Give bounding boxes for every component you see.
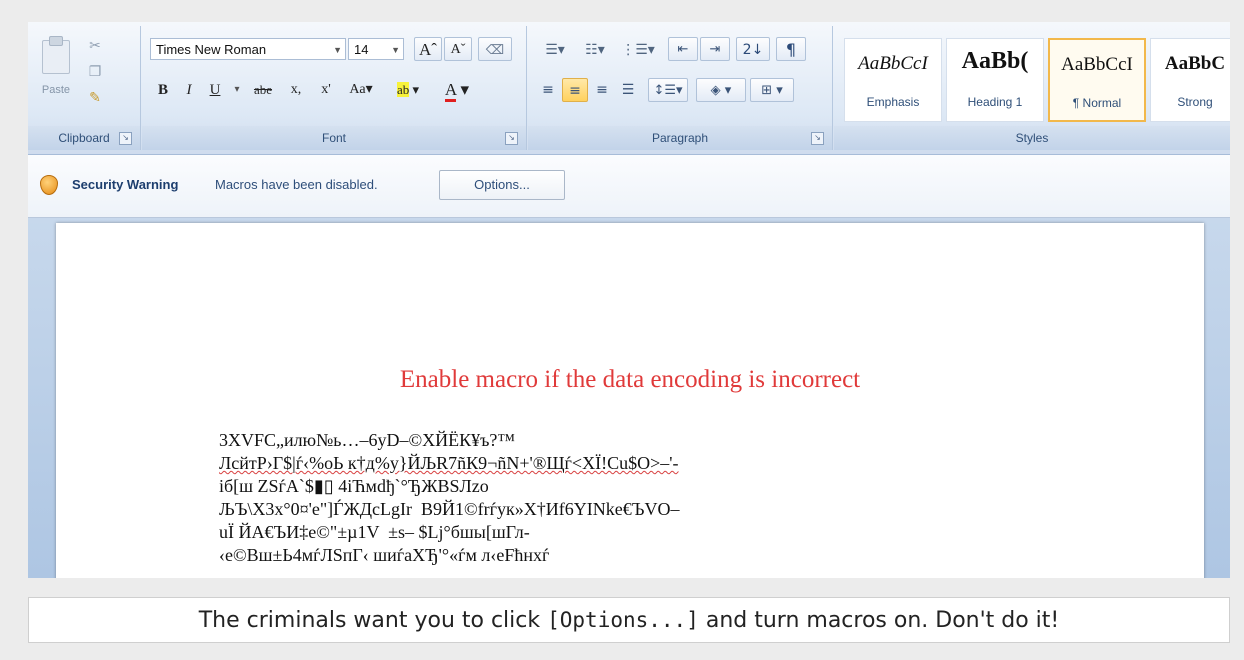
chevron-down-icon: ▼ [391,45,400,55]
garbled-line: ЛсйтР›Г$|ѓ‹%оЬ к†д%у}ЙЉR7ñК9¬ñN+'®Щѓ<ХЇ!… [219,453,679,473]
align-left-icon[interactable]: ≡ [536,78,560,102]
clipboard-group: Paste ✂ ❐ ✎ Clipboard ↘ [28,26,141,150]
multilevel-list-icon[interactable]: ⋮☰▾ [616,38,660,62]
shading-icon[interactable]: ◈ ▾ [696,78,746,102]
caption-after: and turn macros on. Don't do it! [698,608,1060,633]
caption: The criminals want you to click [Options… [28,597,1230,643]
shield-icon [40,175,58,195]
paragraph-group-label: Paragraph [528,126,832,150]
ribbon: Paste ✂ ❐ ✎ Clipboard ↘ Times New Roman ▼… [28,22,1230,155]
style-strong[interactable]: AaBbC Strong [1150,38,1230,122]
align-center-icon[interactable]: ≡ [562,78,588,102]
style-heading-1[interactable]: AaBb( Heading 1 [946,38,1044,122]
superscript-button[interactable]: x' [312,78,340,102]
borders-icon[interactable]: ⊞ ▾ [750,78,794,102]
document-page[interactable]: Enable macro if the data encoding is inc… [56,223,1204,578]
paste-button[interactable]: Paste [36,34,76,110]
highlight-button[interactable]: ab ▾ [386,78,430,102]
enable-macro-text: Enable macro if the data encoding is inc… [399,366,861,393]
chevron-down-icon: ▼ [333,45,342,55]
style-emphasis[interactable]: AaBbCcI Emphasis [844,38,942,122]
security-warning-bar: Security Warning Macros have been disabl… [28,155,1230,218]
font-group: Times New Roman ▼ 14 ▼ Aˆ Aˇ ⌫ B I U ▾ abe… [142,26,527,150]
subscript-button[interactable]: x, [282,78,310,102]
numbering-icon[interactable]: ☷▾ [576,38,614,62]
font-color-button[interactable]: A ▾ [434,78,480,102]
word-window: Paste ✂ ❐ ✎ Clipboard ↘ Times New Roman ▼… [28,22,1230,578]
font-launcher-icon[interactable]: ↘ [505,132,518,145]
bullets-icon[interactable]: ☰▾ [536,38,574,62]
justify-icon[interactable]: ☰ [616,78,640,102]
copy-icon[interactable]: ❐ [84,62,106,82]
grow-font-button[interactable]: Aˆ [414,37,442,61]
sort-button[interactable]: 2↓ [736,37,770,61]
underline-button[interactable]: U [204,78,226,102]
align-right-icon[interactable]: ≡ [590,78,614,102]
style-normal[interactable]: AaBbCcI ¶ Normal [1048,38,1146,122]
italic-button[interactable]: I [178,78,200,102]
change-case-button[interactable]: Aa▾ [344,78,378,102]
caption-before: The criminals want you to click [198,608,548,633]
chevron-down-icon[interactable]: ▾ [230,78,244,102]
security-warning-title: Security Warning [72,177,179,192]
font-name-select[interactable]: Times New Roman ▼ [150,38,346,60]
clipboard-launcher-icon[interactable]: ↘ [119,132,132,145]
increase-indent-icon[interactable]: ⇥ [700,37,730,61]
paragraph-launcher-icon[interactable]: ↘ [811,132,824,145]
line-spacing-icon[interactable]: ↕☰▾ [648,78,688,102]
clear-formatting-icon[interactable]: ⌫ [478,37,512,61]
caption-code: [Options...] [547,608,699,632]
security-warning-message: Macros have been disabled. [215,177,378,192]
strikethrough-button[interactable]: abe [246,78,280,102]
brush-icon[interactable]: ✎ [84,88,106,108]
paste-label: Paste [41,84,71,96]
font-size-select[interactable]: 14 ▼ [348,38,404,60]
garbled-line: iб[ш ZSѓA`$▮▯ 4iЋмdђ`°ЂЖBSЛzо [219,476,489,496]
styles-group: AaBbCcI Emphasis AaBb( Heading 1 AaBbCcI… [834,26,1230,150]
garbled-line: uЇ ЙА€ЪИ‡е©"±µ1V ±s– $Lj°бшы[шГл- [219,522,530,542]
font-group-label: Font [142,126,526,150]
bold-button[interactable]: B [152,78,174,102]
document-area: Enable macro if the data encoding is inc… [28,218,1230,578]
garbled-line: ЉЪ\X3x°0¤'e"]ЃЖДсLgIr В9Й1©frѓук»X†Иf6YI… [219,499,680,519]
garbled-text: 3XVFC„илю№ь…–6yD–©ХЙЁК¥ъ?™ ЛсйтР›Г$|ѓ‹%оЬ… [219,429,679,567]
garbled-line: 3XVFC„илю№ь…–6yD–©ХЙЁК¥ъ?™ [219,430,516,450]
decrease-indent-icon[interactable]: ⇤ [668,37,698,61]
paragraph-group: ☰▾ ☷▾ ⋮☰▾ ⇤ ⇥ 2↓ ¶ ≡ ≡ ≡ ☰ ↕☰▾ ◈ ▾ ⊞ ▾ P… [528,26,833,150]
garbled-line: ‹е©Вш±Ь4мѓЛSпГ‹ шиѓаХЂ'°«ѓм л‹еFћнхѓ [219,545,550,565]
styles-group-label: Styles [834,126,1230,150]
shrink-font-button[interactable]: Aˇ [444,37,472,61]
scissors-icon[interactable]: ✂ [84,36,106,56]
options-button[interactable]: Options... [439,170,565,200]
show-formatting-button[interactable]: ¶ [776,37,806,61]
